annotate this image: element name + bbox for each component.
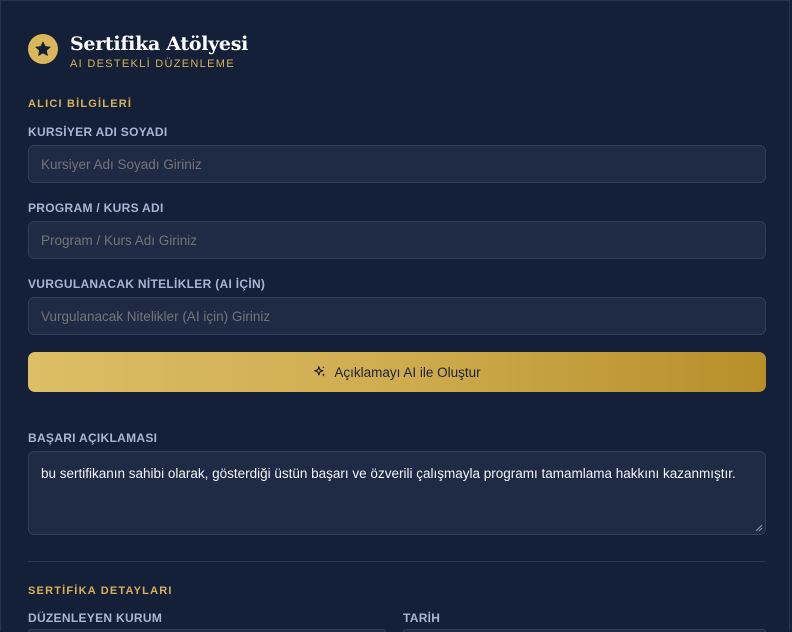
- app-header: Sertifika Atölyesi AI DESTEKLİ DÜZENLEME: [28, 33, 248, 70]
- star-icon: [28, 34, 58, 64]
- ai-button-label: Açıklamayı AI ile Oluştur: [334, 364, 481, 380]
- date-field-label: TARİH: [403, 611, 441, 625]
- sparkle-icon: [314, 366, 326, 377]
- program-input[interactable]: [28, 221, 766, 259]
- resize-handle-icon[interactable]: [755, 524, 763, 532]
- description-text: bu sertifikanın sahibi olarak, gösterdiğ…: [41, 466, 736, 481]
- description-textarea[interactable]: bu sertifikanın sahibi olarak, gösterdiğ…: [28, 451, 766, 535]
- qualities-field-label: VURGULANACAK NİTELİKLER (AI İÇİN): [28, 277, 266, 291]
- app-title: Sertifika Atölyesi: [70, 33, 249, 55]
- generate-ai-description-button[interactable]: Açıklamayı AI ile Oluştur: [28, 352, 766, 392]
- name-input[interactable]: [28, 145, 766, 183]
- name-field-label: KURSİYER ADI SOYADI: [28, 125, 168, 139]
- organizer-field-label: DÜZENLEYEN KURUM: [28, 611, 163, 625]
- app-subtitle: AI DESTEKLİ DÜZENLEME: [70, 58, 235, 70]
- details-section-title: SERTİFİKA DETAYLARI: [28, 585, 173, 597]
- certificate-editor-panel: Sertifika Atölyesi AI DESTEKLİ DÜZENLEME…: [0, 0, 790, 632]
- section-divider: [28, 561, 766, 562]
- qualities-input[interactable]: [28, 297, 766, 335]
- program-field-label: PROGRAM / KURS ADI: [28, 201, 164, 215]
- description-field-label: BAŞARI AÇIKLAMASI: [28, 431, 158, 445]
- recipient-section-title: ALICI BİLGİLERİ: [28, 98, 133, 110]
